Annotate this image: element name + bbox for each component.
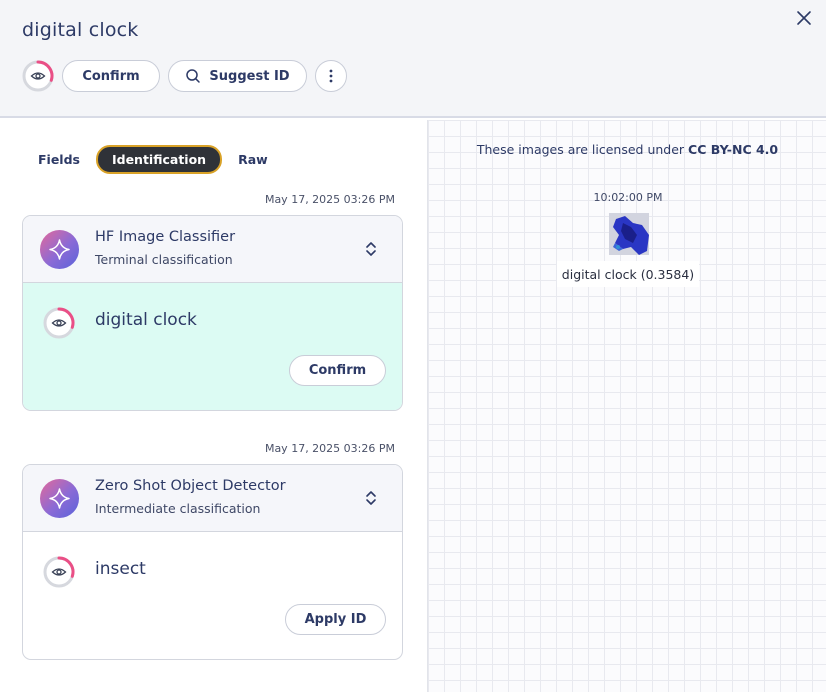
status-ring (43, 556, 75, 588)
toolbar: Confirm Suggest ID (22, 60, 347, 92)
close-icon[interactable] (794, 8, 814, 28)
taxon-label: digital clock (95, 310, 197, 330)
confirm-button[interactable]: Confirm (62, 60, 160, 92)
license-text: These images are licensed under (476, 142, 685, 157)
taxon-label: insect (95, 559, 146, 579)
more-options-button[interactable] (315, 60, 347, 92)
details-panel: Fields Identification Raw May 17, 2025 0… (0, 120, 427, 692)
apply-id-button[interactable]: Apply ID (285, 604, 386, 635)
confirm-button-label: Confirm (82, 68, 140, 84)
tab-bar: Fields Identification Raw (26, 145, 280, 174)
suggest-id-label: Suggest ID (209, 68, 290, 84)
suggest-id-button[interactable]: Suggest ID (168, 60, 307, 92)
chevron-up-down-icon[interactable] (364, 489, 378, 507)
identification-timestamp: May 17, 2025 03:26 PM (264, 193, 395, 206)
classification-type: Intermediate classification (95, 501, 261, 516)
more-vertical-icon (329, 69, 333, 83)
license-link[interactable]: CC BY-NC 4.0 (688, 142, 778, 157)
sparkle-icon (40, 479, 79, 518)
detection-label: digital clock (0.3584) (557, 261, 699, 287)
classification-type: Terminal classification (95, 252, 233, 267)
image-viewer: These images are licensed under CC BY-NC… (427, 120, 826, 692)
tab-raw[interactable]: Raw (226, 146, 280, 173)
status-ring (43, 307, 75, 339)
tab-fields[interactable]: Fields (26, 146, 92, 173)
header: digital clock Confirm Suggest ID (0, 0, 826, 118)
license-notice: These images are licensed under CC BY-NC… (428, 142, 826, 157)
chevron-up-down-icon[interactable] (364, 240, 378, 258)
identification-timestamp: May 17, 2025 03:26 PM (264, 442, 395, 455)
algorithm-name: Zero Shot Object Detector (95, 478, 286, 494)
search-icon (186, 69, 201, 83)
sparkle-icon (40, 230, 79, 269)
card-body: insect Apply ID (23, 532, 402, 659)
card-confirm-button[interactable]: Confirm (289, 355, 386, 386)
card-body: digital clock Confirm (23, 283, 402, 410)
identification-card: HF Image Classifier Terminal classificat… (22, 215, 403, 411)
card-header: HF Image Classifier Terminal classificat… (23, 216, 402, 283)
tab-identification[interactable]: Identification (95, 145, 223, 174)
capture-time: 10:02:00 PM (593, 191, 663, 204)
detection-thumbnail[interactable] (609, 213, 649, 255)
card-header: Zero Shot Object Detector Intermediate c… (23, 465, 402, 532)
identification-card: Zero Shot Object Detector Intermediate c… (22, 464, 403, 660)
algorithm-name: HF Image Classifier (95, 229, 236, 245)
page-title: digital clock (22, 19, 139, 41)
status-ring (22, 60, 54, 92)
